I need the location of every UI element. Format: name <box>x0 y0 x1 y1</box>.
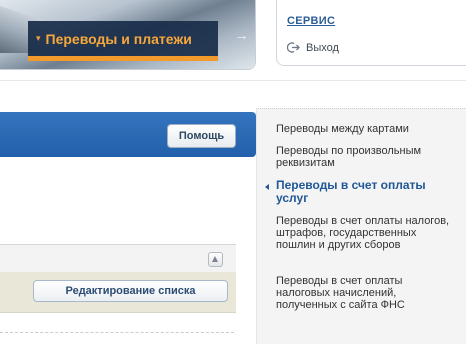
service-box: СЕРВИС Выход <box>276 0 466 66</box>
list-row <box>0 332 234 345</box>
logout-link[interactable]: Выход <box>287 41 339 54</box>
promo-label[interactable]: Переводы и платежи <box>46 31 192 47</box>
service-link[interactable]: СЕРВИС <box>287 15 335 27</box>
menu-item-fns-charges[interactable]: Переводы в счет оплаты налоговых начисле… <box>276 275 456 311</box>
list-panel: Редактирование списка <box>0 244 236 323</box>
logout-label: Выход <box>306 41 339 54</box>
arrow-right-icon[interactable]: → <box>234 27 249 44</box>
menu-item-services-payment[interactable]: Переводы в счет оплаты услуг <box>276 179 456 205</box>
menu-item-taxes-fines[interactable]: Переводы в счет оплаты налогов, штрафов,… <box>276 215 456 251</box>
scroll-up-icon[interactable] <box>208 252 223 267</box>
menu-item-card-transfers[interactable]: Переводы между картами <box>276 123 456 135</box>
logout-icon <box>287 42 300 53</box>
promo-caption[interactable]: ▾ Переводы и платежи <box>28 21 218 56</box>
menu-item-requisites-transfers[interactable]: Переводы по произвольным реквизитам <box>276 145 456 169</box>
active-caret-icon <box>265 184 269 190</box>
divider <box>0 80 466 81</box>
help-button[interactable]: Помощь <box>167 124 236 148</box>
promo-accent-bar <box>28 56 218 61</box>
list-panel-header <box>0 245 236 272</box>
side-menu: Переводы между картами Переводы по произ… <box>256 108 466 344</box>
promo-banner[interactable]: ▾ Переводы и платежи → <box>0 0 256 70</box>
edit-list-button[interactable]: Редактирование списка <box>33 280 228 302</box>
caret-down-icon: ▾ <box>36 33 41 43</box>
